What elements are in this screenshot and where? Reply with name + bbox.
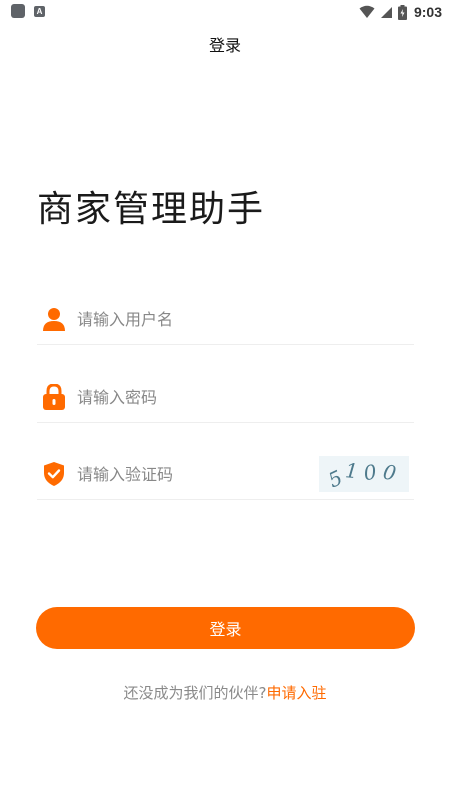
battery-icon [397,4,407,20]
shield-check-icon [41,461,67,487]
partner-question: 还没成为我们的伙伴? [123,684,267,702]
password-input[interactable] [77,382,414,412]
username-input[interactable] [77,304,414,334]
login-button[interactable]: 登录 [36,607,415,649]
password-field [37,372,414,423]
page-title: 登录 [208,36,241,55]
wifi-icon [359,5,375,18]
user-icon [41,306,67,332]
title-bar: 登录 [0,24,450,64]
app-title: 商家管理助手 [37,189,266,230]
lock-icon [41,384,67,410]
captcha-image[interactable]: 5 1 0 0 [319,456,409,492]
app-notification-icon [11,4,25,18]
captcha-input[interactable] [77,459,319,489]
text-notification-icon: A [34,6,45,17]
apply-link[interactable]: 申请入驻 [266,684,326,702]
signal-icon [380,6,392,18]
captcha-field: 5 1 0 0 [37,449,414,500]
status-time: 9:03 [413,4,442,20]
join-prompt: 还没成为我们的伙伴?申请入驻 [0,682,450,703]
status-indicators: 9:03 [359,0,442,24]
username-field [37,294,414,345]
status-bar: A 9:03 [0,0,450,24]
captcha-char: 0 [380,459,404,487]
